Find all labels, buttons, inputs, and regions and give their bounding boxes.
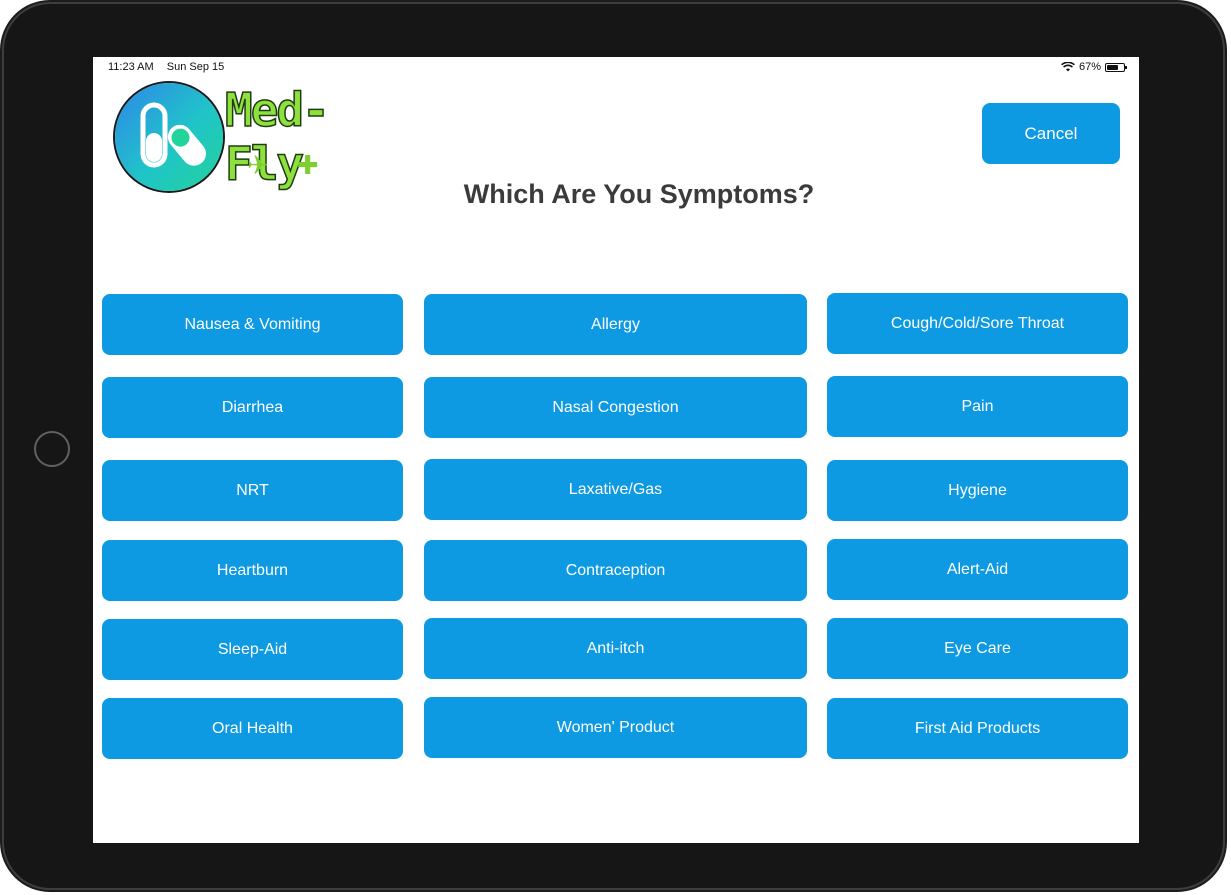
symptom-button-pain[interactable]: Pain — [827, 376, 1128, 437]
app-screen: 11:23 AM Sun Sep 15 67% Med-Fly ✈✚ Cance… — [93, 57, 1139, 843]
cancel-button[interactable]: Cancel — [982, 103, 1120, 164]
symptom-button-contraception[interactable]: Contraception — [424, 540, 807, 601]
symptom-button-cough-cold[interactable]: Cough/Cold/Sore Throat — [827, 293, 1128, 354]
battery-percent: 67% — [1078, 61, 1101, 73]
symptom-button-nrt[interactable]: NRT — [102, 460, 403, 521]
symptom-button-eye-care[interactable]: Eye Care — [827, 618, 1128, 679]
symptom-button-nausea-vomiting[interactable]: Nausea & Vomiting — [102, 294, 403, 355]
tablet-frame: 11:23 AM Sun Sep 15 67% Med-Fly ✈✚ Cance… — [4, 4, 1223, 888]
symptom-button-diarrhea[interactable]: Diarrhea — [102, 377, 403, 438]
symptom-button-alert-aid[interactable]: Alert-Aid — [827, 539, 1128, 600]
symptom-button-hygiene[interactable]: Hygiene — [827, 460, 1128, 521]
symptom-button-nasal-congestion[interactable]: Nasal Congestion — [424, 377, 807, 438]
symptom-button-heartburn[interactable]: Heartburn — [102, 540, 403, 601]
logo-drone-icon: ✈✚ — [247, 151, 347, 181]
wifi-icon — [1061, 62, 1075, 72]
pill-logo-icon — [115, 83, 223, 191]
symptom-button-first-aid[interactable]: First Aid Products — [827, 698, 1128, 759]
symptom-button-laxative-gas[interactable]: Laxative/Gas — [424, 459, 807, 520]
page-title: Which Are You Symptoms? — [463, 179, 815, 209]
symptom-button-oral-health[interactable]: Oral Health — [102, 698, 403, 759]
symptom-button-sleep-aid[interactable]: Sleep-Aid — [102, 619, 403, 680]
battery-icon — [1105, 62, 1127, 72]
symptom-button-allergy[interactable]: Allergy — [424, 294, 807, 355]
home-button[interactable] — [34, 431, 70, 467]
status-time: 11:23 AM — [108, 61, 154, 73]
battery-level — [1107, 64, 1118, 70]
status-bar: 11:23 AM Sun Sep 15 67% — [93, 57, 1139, 77]
symptom-button-womens-product[interactable]: Women' Product — [424, 697, 807, 758]
status-date: Sun Sep 15 — [166, 61, 225, 73]
symptom-button-anti-itch[interactable]: Anti-itch — [424, 618, 807, 679]
